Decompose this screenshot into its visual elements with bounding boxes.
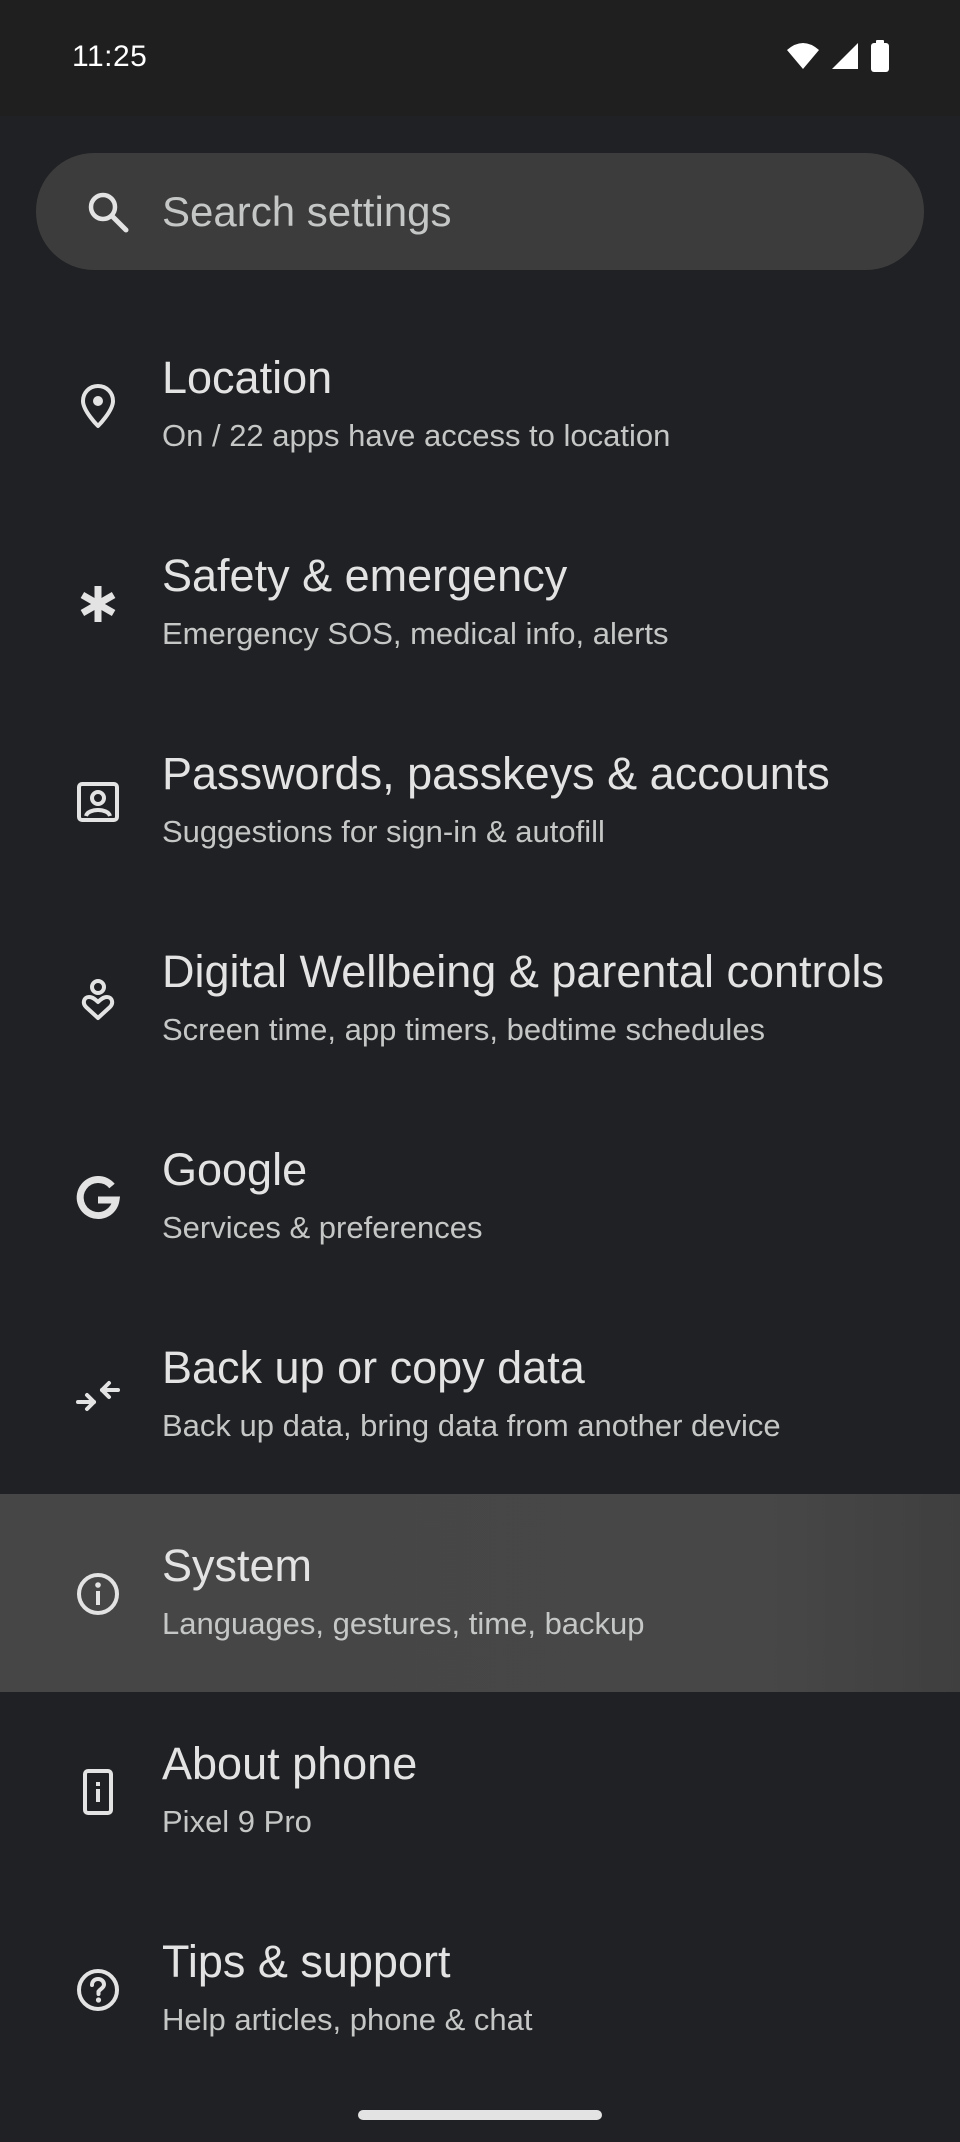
setting-item-about[interactable]: About phone Pixel 9 Pro [0,1692,960,1890]
setting-subtitle: On / 22 apps have access to location [162,418,671,453]
setting-item-wellbeing[interactable]: Digital Wellbeing & parental controls Sc… [0,900,960,1098]
setting-title: Location [162,352,333,403]
setting-item-safety[interactable]: Safety & emergency Emergency SOS, medica… [0,504,960,702]
battery-icon [870,40,890,72]
setting-subtitle: Services & preferences [162,1210,483,1245]
cellular-signal-icon [830,41,860,71]
setting-subtitle: Screen time, app timers, bedtime schedul… [162,1012,766,1047]
info-circle-icon [74,1570,122,1618]
setting-item-system[interactable]: System Languages, gestures, time, backup [0,1494,960,1692]
setting-subtitle: Back up data, bring data from another de… [162,1408,781,1443]
status-time: 11:25 [72,40,148,73]
location-pin-icon [74,382,122,430]
status-bar: 11:25 [0,0,960,116]
setting-title: About phone [162,1738,418,1789]
status-icons [786,40,890,72]
setting-subtitle: Languages, gestures, time, backup [162,1606,645,1641]
account-box-icon [74,778,122,826]
search-placeholder: Search settings [162,188,452,235]
setting-item-google[interactable]: Google Services & preferences [0,1098,960,1296]
wellbeing-heart-icon [74,976,122,1024]
setting-subtitle: Help articles, phone & chat [162,2002,533,2037]
setting-title: Back up or copy data [162,1342,585,1393]
google-g-icon [74,1174,122,1222]
setting-subtitle: Emergency SOS, medical info, alerts [162,616,669,651]
settings-list: Location On / 22 apps have access to loc… [0,306,960,2088]
setting-title: Digital Wellbeing & parental controls [162,946,885,997]
setting-title: Tips & support [162,1936,451,1987]
search-bar[interactable]: Search settings [36,153,924,270]
transfer-arrows-icon [74,1372,122,1420]
setting-item-passwords[interactable]: Passwords, passkeys & accounts Suggestio… [0,702,960,900]
asterisk-icon [74,580,122,628]
setting-title: System [162,1540,313,1591]
setting-item-tips[interactable]: Tips & support Help articles, phone & ch… [0,1890,960,2088]
setting-item-location[interactable]: Location On / 22 apps have access to loc… [0,306,960,504]
setting-subtitle: Suggestions for sign-in & autofill [162,814,605,849]
gesture-nav-handle[interactable] [358,2110,602,2120]
setting-title: Safety & emergency [162,550,568,601]
setting-subtitle: Pixel 9 Pro [162,1804,312,1839]
search-icon [86,190,130,234]
wifi-icon [786,42,820,70]
setting-title: Passwords, passkeys & accounts [162,748,830,799]
setting-title: Google [162,1144,308,1195]
phone-info-icon [74,1768,122,1816]
setting-item-backup[interactable]: Back up or copy data Back up data, bring… [0,1296,960,1494]
help-circle-icon [74,1966,122,2014]
